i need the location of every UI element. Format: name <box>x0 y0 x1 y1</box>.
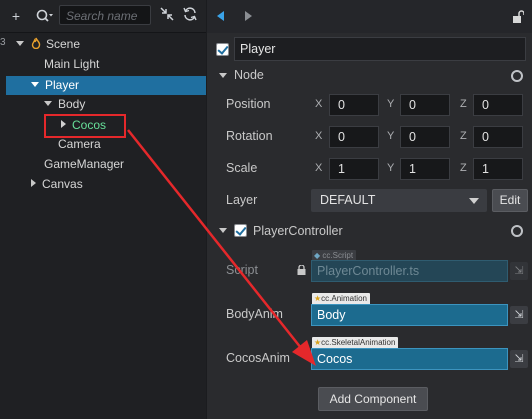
component-title: PlayerController <box>253 224 343 238</box>
tree-item-label: Main Light <box>44 57 100 71</box>
unlock-icon[interactable] <box>512 10 524 24</box>
hierarchy-toolbar: + Search name <box>0 0 206 33</box>
tree-item-gamemanager[interactable]: GameManager <box>44 154 124 174</box>
collapse-icon <box>160 7 174 21</box>
search-type-button[interactable] <box>32 6 56 26</box>
tree-item-label: Scene <box>46 37 81 51</box>
scale-y-input[interactable]: 1 <box>400 158 450 180</box>
cocosanim-label: CocosAnim <box>226 351 290 365</box>
tree-item-label: Canvas <box>42 177 83 191</box>
bodyanim-label: BodyAnim <box>226 307 283 321</box>
refresh-icon <box>183 7 197 21</box>
node-active-checkbox[interactable] <box>216 43 229 56</box>
node-section-header[interactable]: Node <box>207 65 532 87</box>
pick-icon: ⇲ <box>510 262 528 280</box>
axis-y-label: Y <box>387 162 395 174</box>
search-icon <box>36 9 53 22</box>
node-name-input[interactable]: Player <box>234 37 526 61</box>
position-y-input[interactable]: 0 <box>400 94 450 116</box>
axis-x-label: X <box>315 98 323 110</box>
expand-arrow-icon[interactable] <box>31 82 39 87</box>
lock-icon <box>297 265 306 275</box>
expand-arrow-icon[interactable] <box>31 179 36 187</box>
tree-item-label: Camera <box>58 137 101 151</box>
inspector-toolbar <box>207 0 532 33</box>
tag-text: cc.SkeletalAnimation <box>321 338 396 347</box>
position-z-input[interactable]: 0 <box>473 94 523 116</box>
expand-arrow-icon[interactable] <box>16 41 24 46</box>
dropdown-arrow-icon <box>469 198 479 204</box>
scale-x-input[interactable]: 1 <box>329 158 379 180</box>
back-arrow-icon[interactable] <box>217 11 224 21</box>
rotation-y-input[interactable]: 0 <box>400 126 450 148</box>
gear-icon[interactable] <box>511 225 523 237</box>
tag-text: cc.Animation <box>321 294 367 303</box>
pick-icon[interactable]: ⇲ <box>510 350 528 368</box>
layer-label: Layer <box>226 193 258 207</box>
axis-z-label: Z <box>460 162 467 174</box>
component-header[interactable]: PlayerController <box>207 220 532 242</box>
scale-z-input[interactable]: 1 <box>473 158 523 180</box>
collapse-arrow-icon[interactable] <box>219 73 227 78</box>
tree-item-canvas[interactable]: Canvas <box>31 174 83 194</box>
axis-x-label: X <box>315 130 323 142</box>
tree-item-main-light[interactable]: Main Light <box>44 54 99 74</box>
tree-item-player[interactable]: Player <box>31 75 79 95</box>
bodyanim-field[interactable]: Body <box>311 304 508 326</box>
rotation-z-input[interactable]: 0 <box>473 126 523 148</box>
position-label: Position <box>226 97 271 111</box>
script-field: PlayerController.ts <box>311 260 508 282</box>
tree-item-label: GameManager <box>44 157 125 171</box>
section-title: Node <box>234 68 264 82</box>
axis-x-label: X <box>315 162 323 174</box>
tree-item-camera[interactable]: Camera <box>58 134 101 154</box>
axis-z-label: Z <box>460 130 467 142</box>
pick-icon[interactable]: ⇲ <box>510 306 528 324</box>
cocosanim-field[interactable]: Cocos <box>311 348 508 370</box>
script-label: Script <box>226 263 258 277</box>
collapse-arrow-icon[interactable] <box>219 228 227 233</box>
add-node-button[interactable]: + <box>6 6 26 26</box>
layer-value: DEFAULT <box>320 193 376 207</box>
tree-item-label: Player <box>45 78 80 92</box>
tree-item-body[interactable]: Body <box>44 94 85 114</box>
rotation-x-input[interactable]: 0 <box>329 126 379 148</box>
rotation-label: Rotation <box>226 129 273 143</box>
axis-y-label: Y <box>387 98 395 110</box>
tag-text: cc.Script <box>322 251 354 260</box>
forward-arrow-icon[interactable] <box>245 11 252 21</box>
layer-select[interactable]: DEFAULT <box>311 189 487 212</box>
refresh-button[interactable] <box>180 6 200 26</box>
add-component-button[interactable]: Add Component <box>318 387 428 411</box>
tree-item-scene[interactable]: Scene <box>16 34 80 54</box>
scene-icon <box>31 37 41 50</box>
search-input[interactable]: Search name <box>59 5 151 25</box>
layer-edit-button[interactable]: Edit <box>492 189 528 212</box>
edge-marker: 3 <box>0 37 6 48</box>
expand-arrow-icon[interactable] <box>44 101 52 106</box>
collapse-all-button[interactable] <box>157 6 177 26</box>
position-x-input[interactable]: 0 <box>329 94 379 116</box>
tag-icon: ◆ <box>314 251 321 260</box>
axis-y-label: Y <box>387 130 395 142</box>
scale-label: Scale <box>226 161 258 175</box>
hierarchy-panel <box>0 0 206 419</box>
axis-z-label: Z <box>460 98 467 110</box>
component-enabled-checkbox[interactable] <box>234 224 247 237</box>
gear-icon[interactable] <box>511 70 523 82</box>
tree-item-label: Body <box>58 97 86 111</box>
